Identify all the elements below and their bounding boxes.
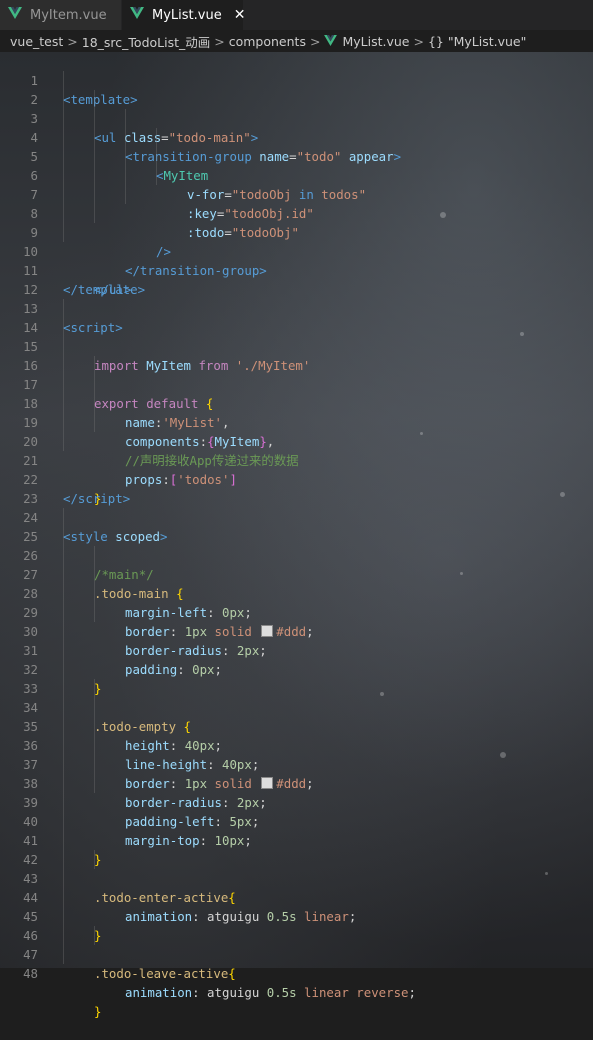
code-line: 40 } [0,793,593,867]
code-line: 19 //声明接收App传递过来的数据 [0,394,593,468]
code-line: 15 [0,318,593,354]
code-line: 6 :key="todoObj.id" [0,147,593,221]
code-line: 44 } [0,869,593,943]
code-line: 9 </transition-group> [0,204,593,278]
code-line: 31 } [0,622,593,696]
code-line: 38 padding-left: 5px; [0,755,593,829]
breadcrumb-item[interactable]: {} "MyList.vue" [428,34,526,49]
code-line: 41 [0,812,593,848]
code-line: 33 .todo-empty { [0,660,593,734]
code-line: 27 margin-left: 0px; [0,546,593,620]
breadcrumb-item[interactable]: MyList.vue [342,34,409,49]
code-line: 36 border: 1px solid #ddd; [0,717,593,791]
code-line: 11 </template> [0,242,593,297]
breadcrumb: vue_test > 18_src_TodoList_动画 > componen… [0,30,593,52]
code-line: 21 } [0,432,593,506]
code-line: 35 line-height: 40px; [0,698,593,772]
line-number: 48 [23,966,38,981]
code-line: 7 :todo="todoObj" [0,166,593,240]
code-line: 29 border-radius: 2px; [0,584,593,658]
tab-myitem[interactable]: MyItem.vue [0,0,122,30]
code-line: 17 name:'MyList', [0,356,593,430]
code-line: 34 height: 40px; [0,679,593,753]
tab-bar: MyItem.vue MyList.vue ✕ [0,0,593,30]
code-line: 1 <template> [0,52,593,107]
chevron-right-icon: > [214,33,225,49]
chevron-right-icon: > [67,33,78,49]
code-line: 4 <MyItem [0,109,593,183]
chevron-right-icon: > [413,33,424,49]
code-line: 24 <style scoped> [0,489,593,544]
code-line: 18 components:{MyItem}, [0,375,593,449]
code-line: 32 [0,641,593,677]
code-line: 45 [0,888,593,924]
code-line: 10 </ul> [0,223,593,297]
breadcrumb-item[interactable]: 18_src_TodoList_动画 [82,32,211,51]
code-line: 30 padding: 0px; [0,603,593,677]
vue-icon [130,7,144,23]
code-line: 26 .todo-main { [0,527,593,601]
vue-icon [8,7,22,23]
code-line: 8 /> [0,185,593,259]
code-line: 37 border-radius: 2px; [0,736,593,810]
code-line: 48 } [0,945,593,1019]
code-line: 25 /*main*/ [0,508,593,582]
code-line: 5 v-for="todoObj in todos" [0,128,593,202]
code-text: .todo-leave-active{ [94,966,236,981]
code-line: 22 </script> [0,451,593,506]
code-line: 47 animation: atguigu 0.5s linear revers… [0,926,593,1000]
code-line: 2 <ul class="todo-main"> [0,71,593,145]
code-line: 43 animation: atguigu 0.5s linear; [0,850,593,924]
breadcrumb-item[interactable]: components [229,34,306,49]
code-line: 20 props:['todos'] [0,413,593,487]
code-line: 23 [0,470,593,506]
tab-mylist[interactable]: MyList.vue ✕ [122,0,246,30]
code-line: 3 <transition-group name="todo" appear> [0,90,593,164]
vue-icon [324,34,338,49]
code-line: 42 .todo-enter-active{ [0,831,593,905]
tab-label: MyItem.vue [30,7,107,23]
code-line: 12 [0,261,593,297]
code-text: } [94,1004,102,1019]
code-line: 46 .todo-leave-active{ [0,907,593,981]
code-line: 14 import MyItem from './MyItem' [0,299,593,373]
code-line: 39 margin-top: 10px; [0,774,593,848]
code-editor[interactable]: 1 <template> 2 <ul class="todo-main"> 3 … [0,52,593,1019]
close-icon[interactable]: ✕ [234,7,246,23]
code-line: 13 <script> [0,280,593,335]
chevron-right-icon: > [309,33,321,49]
code-line: 28 border: 1px solid #ddd; [0,565,593,639]
breadcrumb-item[interactable]: vue_test [10,34,63,49]
code-text: animation: atguigu 0.5s linear reverse; [125,985,416,1000]
tab-label: MyList.vue [152,7,222,23]
code-line: 16 export default { [0,337,593,411]
